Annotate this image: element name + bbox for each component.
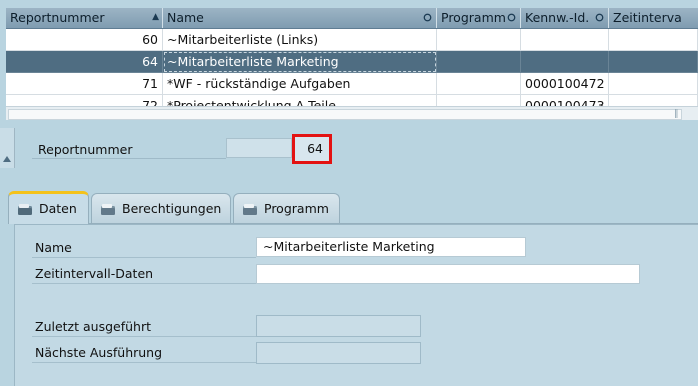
cell-name: *WF - rückständige Aufgaben	[163, 73, 437, 95]
cell-reportnummer: 64	[6, 51, 163, 73]
column-header-label: Zeitinterva	[613, 10, 682, 25]
tab-programm[interactable]: Programm	[233, 193, 340, 223]
cell-zeitintervall	[609, 29, 698, 51]
cell-zeitintervall	[609, 73, 698, 95]
zuletzt-ausgefuehrt-label: Zuletzt ausgeführt	[35, 319, 151, 334]
divider	[32, 257, 256, 258]
table-row[interactable]: 60 ~Mitarbeiterliste (Links)	[6, 29, 698, 51]
sort-asc-icon[interactable]: ▲	[152, 11, 159, 23]
column-header-programm[interactable]: Programm	[437, 8, 521, 28]
cell-programm	[437, 51, 521, 73]
reportnummer-value: 64	[292, 134, 332, 164]
column-header-label: Reportnummer	[10, 10, 105, 25]
splitter-handle[interactable]	[0, 128, 15, 168]
scrollbar-grip-icon: ‖	[674, 109, 679, 119]
table-row[interactable]: 71 *WF - rückständige Aufgaben 000010047…	[6, 73, 698, 95]
column-header-zeitintervall[interactable]: Zeitinterva	[609, 8, 698, 28]
zuletzt-ausgefuehrt-field	[256, 315, 421, 337]
naechste-ausfuehrung-field	[256, 342, 421, 364]
column-header-label: Programm	[441, 10, 506, 25]
tab-label: Programm	[264, 201, 329, 216]
column-header-label: Kennw.-Id.	[525, 10, 590, 25]
tab-label: Daten	[39, 201, 77, 216]
column-header-kennw-id[interactable]: Kennw.-Id.	[521, 8, 609, 28]
reportnummer-label: Reportnummer	[38, 142, 133, 157]
zeitintervall-label: Zeitintervall-Daten	[35, 266, 154, 281]
cell-name: ~Mitarbeiterliste (Links)	[163, 29, 437, 51]
column-menu-icon[interactable]	[595, 13, 604, 22]
grid-header: Reportnummer ▲ Name Programm Kennw.-Id. …	[6, 8, 698, 29]
column-header-reportnummer[interactable]: Reportnummer ▲	[6, 8, 163, 28]
cell-programm	[437, 29, 521, 51]
scrollbar-thumb[interactable]	[8, 109, 682, 120]
column-menu-icon[interactable]	[423, 13, 432, 22]
table-row-selected[interactable]: 64 ~Mitarbeiterliste Marketing	[6, 51, 698, 73]
name-label: Name	[35, 240, 72, 255]
cell-reportnummer: 60	[6, 29, 163, 51]
cell-name: ~Mitarbeiterliste Marketing	[163, 51, 437, 73]
cell-kennw-id	[521, 51, 609, 73]
column-header-name[interactable]: Name	[163, 8, 437, 28]
tab-daten[interactable]: Daten	[8, 191, 89, 224]
tab-folder-icon	[101, 204, 115, 215]
divider	[32, 336, 256, 337]
horizontal-scrollbar[interactable]: ‖	[6, 106, 698, 120]
tab-folder-icon	[243, 204, 257, 215]
divider	[32, 283, 256, 284]
report-grid: Reportnummer ▲ Name Programm Kennw.-Id. …	[6, 8, 698, 120]
cell-kennw-id	[521, 29, 609, 51]
tab-label: Berechtigungen	[122, 201, 222, 216]
cell-zeitintervall	[609, 51, 698, 73]
naechste-ausfuehrung-label: Nächste Ausführung	[35, 345, 163, 360]
cell-programm	[437, 73, 521, 95]
cell-reportnummer: 71	[6, 73, 163, 95]
zeitintervall-field[interactable]	[256, 264, 640, 284]
tab-berechtigungen[interactable]: Berechtigungen	[91, 193, 231, 223]
column-header-label: Name	[167, 10, 204, 25]
tab-folder-icon	[18, 204, 32, 215]
cell-kennw-id: 0000100472	[521, 73, 609, 95]
reportnummer-field-frame	[226, 138, 292, 158]
divider	[32, 362, 256, 363]
name-field[interactable]: ~Mitarbeiterliste Marketing	[256, 237, 526, 257]
divider	[32, 158, 226, 159]
column-menu-icon[interactable]	[507, 13, 516, 22]
collapse-up-icon[interactable]	[3, 156, 11, 162]
